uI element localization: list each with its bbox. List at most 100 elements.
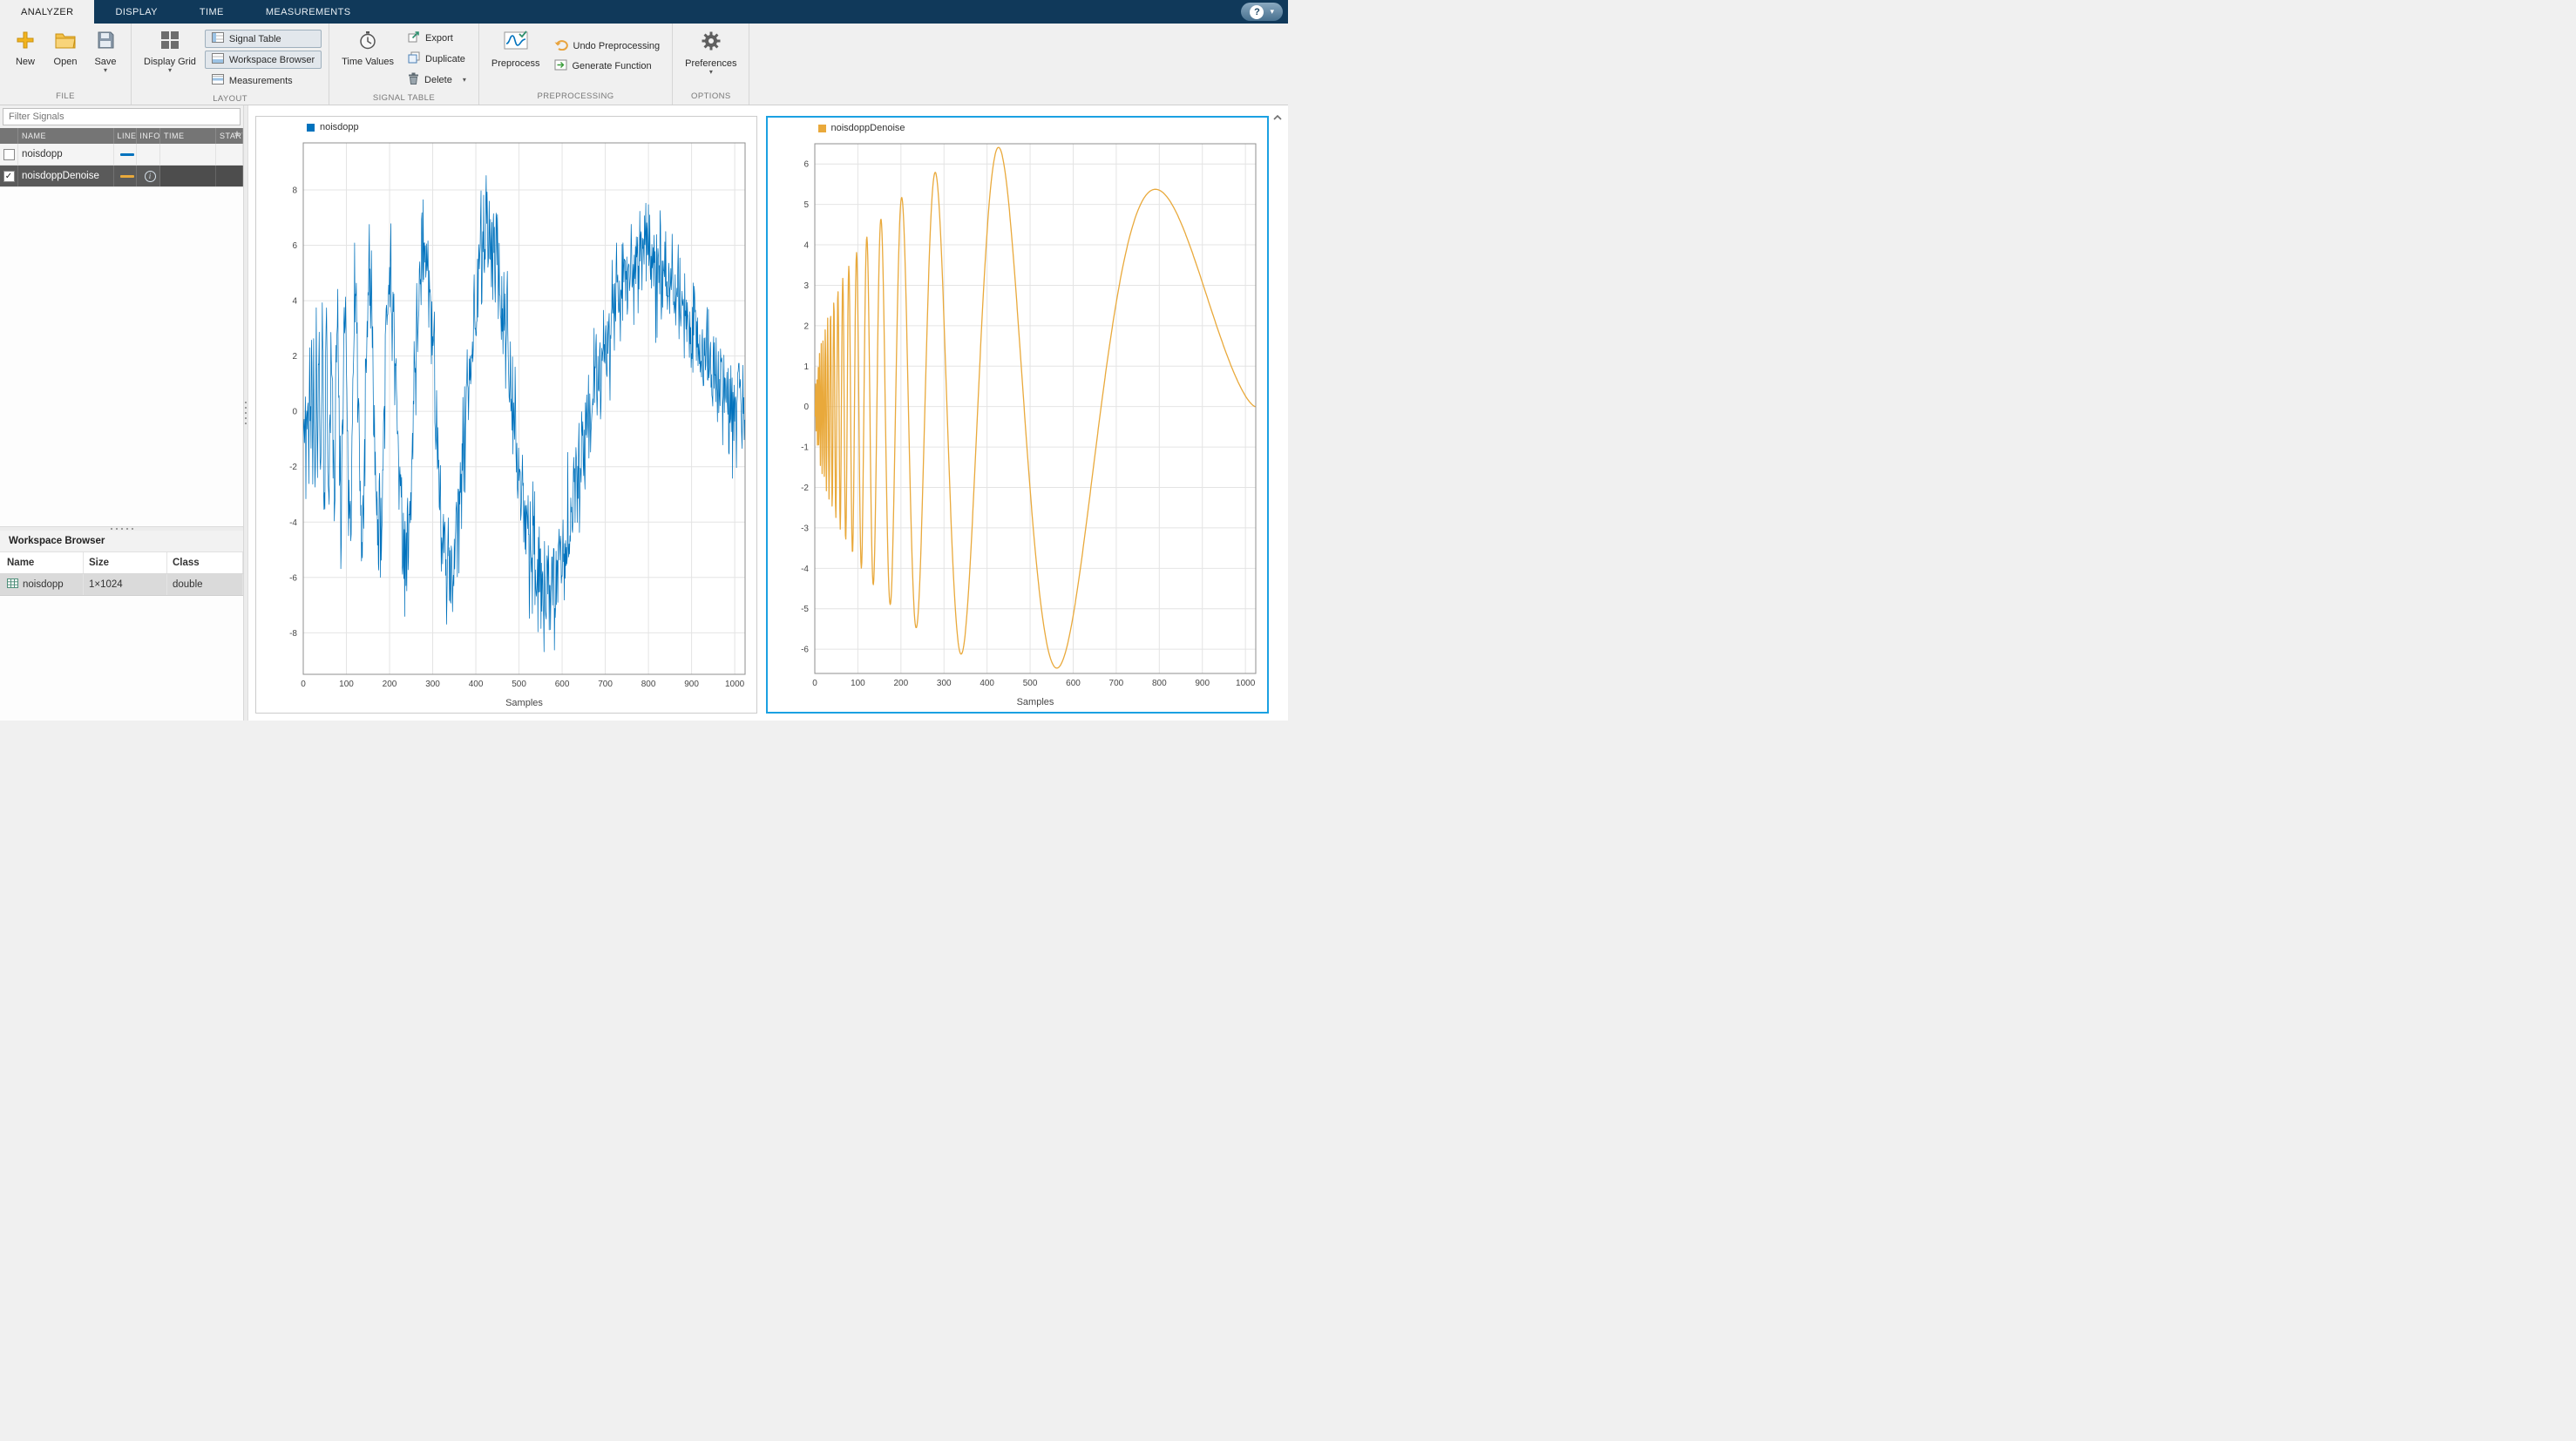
- workspace-browser-toggle[interactable]: Workspace Browser: [205, 51, 322, 69]
- signal-row-noisdoppdenoise[interactable]: ✓ noisdoppDenoise i: [0, 166, 243, 187]
- legend-swatch: [307, 124, 315, 132]
- tabbar-spacer: [372, 0, 1242, 24]
- workspace-row-noisdopp[interactable]: noisdopp 1×1024 double: [0, 574, 243, 596]
- duplicate-icon: [408, 51, 420, 66]
- collapse-ribbon-icon[interactable]: [1271, 111, 1285, 123]
- export-icon: [408, 30, 420, 45]
- line-style-swatch[interactable]: [120, 175, 134, 178]
- header-line[interactable]: LINE: [114, 128, 137, 144]
- plot-panel-noisdopp[interactable]: 01002003004005006007008009001000-8-6-4-2…: [255, 116, 757, 714]
- y-tick-label: -5: [801, 605, 809, 614]
- chart-canvas[interactable]: 01002003004005006007008009001000-8-6-4-2…: [256, 117, 756, 713]
- legend-label: noisdopp: [320, 122, 359, 132]
- generate-function-label: Generate Function: [573, 61, 652, 71]
- caret-down-icon: ▾: [168, 67, 172, 74]
- workspace-table-header: Name Size Class: [0, 552, 243, 574]
- x-tick-label: 0: [301, 680, 306, 689]
- floppy-icon: [97, 30, 115, 54]
- tab-analyzer[interactable]: ANALYZER: [0, 0, 94, 24]
- measurements-icon: [212, 74, 224, 87]
- y-tick-label: -4: [289, 518, 297, 528]
- section-label-options: OPTIONS: [673, 91, 749, 105]
- duplicate-label: Duplicate: [425, 54, 465, 64]
- workspace-browser-panel: Workspace Browser Name Size Class noisdo…: [0, 531, 243, 720]
- header-time[interactable]: TIME: [160, 128, 216, 144]
- display-grid-icon: [160, 30, 180, 54]
- y-tick-label: 0: [803, 403, 809, 412]
- caret-down-icon: ▾: [1270, 7, 1274, 17]
- signal-visible-checkbox[interactable]: [3, 149, 15, 160]
- plot-panel-noisdoppdenoise[interactable]: 01002003004005006007008009001000-6-5-4-3…: [766, 116, 1270, 714]
- series-line-noisdopp[interactable]: [303, 176, 745, 653]
- preprocess-label: Preprocess: [491, 58, 540, 69]
- x-tick-label: 600: [1066, 679, 1081, 688]
- x-tick-label: 500: [512, 680, 526, 689]
- x-axis-label: Samples: [1016, 697, 1054, 707]
- delete-label: Delete: [424, 75, 452, 85]
- legend[interactable]: noisdopp: [307, 122, 359, 132]
- measurements-toggle[interactable]: Measurements: [205, 71, 322, 90]
- x-tick-label: 300: [425, 680, 440, 689]
- x-tick-label: 800: [641, 680, 656, 689]
- workspace-header-size[interactable]: Size: [84, 552, 167, 573]
- chart-canvas[interactable]: 01002003004005006007008009001000-6-5-4-3…: [768, 118, 1267, 712]
- x-tick-label: 900: [1195, 679, 1210, 688]
- delete-button[interactable]: Delete ▾: [403, 71, 471, 89]
- workspace-var-size: 1×1024: [84, 574, 167, 595]
- time-values-button[interactable]: Time Values: [336, 27, 399, 69]
- signal-row-noisdopp[interactable]: noisdopp i: [0, 144, 243, 166]
- ribbon: New Open Save ▾ FILE: [0, 24, 1288, 105]
- y-tick-label: 2: [292, 352, 297, 362]
- y-tick-label: 2: [803, 321, 809, 331]
- x-tick-label: 800: [1151, 679, 1166, 688]
- line-style-swatch[interactable]: [120, 153, 134, 156]
- signal-table: NAME LINE INFO TIME START ★ noisdopp i ✓…: [0, 128, 243, 187]
- header-name[interactable]: NAME: [18, 128, 114, 144]
- section-label-file: FILE: [0, 91, 131, 105]
- open-label: Open: [54, 57, 78, 67]
- display-grid-button[interactable]: Display Grid ▾: [139, 27, 201, 76]
- filter-signals-input[interactable]: [3, 108, 241, 125]
- ribbon-tab-bar: ANALYZER DISPLAY TIME MEASUREMENTS ? ▾: [0, 0, 1288, 24]
- main-content: NAME LINE INFO TIME START ★ noisdopp i ✓…: [0, 105, 1288, 720]
- undo-preprocessing-button[interactable]: Undo Preprocessing: [549, 37, 666, 55]
- info-icon[interactable]: i: [145, 171, 156, 182]
- measurements-toggle-label: Measurements: [229, 76, 293, 86]
- workspace-header-name[interactable]: Name: [0, 552, 84, 573]
- signal-visible-checkbox[interactable]: ✓: [3, 171, 15, 182]
- help-button[interactable]: ? ▾: [1241, 3, 1283, 21]
- sidebar-empty-area: [0, 187, 243, 526]
- new-button[interactable]: New: [7, 27, 44, 69]
- open-button[interactable]: Open: [47, 27, 84, 69]
- x-axis-label: Samples: [505, 698, 543, 708]
- legend[interactable]: noisdoppDenoise: [818, 123, 905, 133]
- preprocess-button[interactable]: Preprocess: [486, 27, 546, 71]
- header-info[interactable]: INFO: [137, 128, 160, 144]
- export-button[interactable]: Export: [403, 29, 471, 47]
- x-tick-label: 700: [1108, 679, 1123, 688]
- signal-start-cell: [216, 166, 243, 186]
- y-tick-label: 4: [292, 297, 297, 307]
- workspace-header-class[interactable]: Class: [167, 552, 243, 573]
- x-tick-label: 300: [936, 679, 951, 688]
- tab-display[interactable]: DISPLAY: [94, 0, 178, 24]
- y-tick-label: -8: [289, 629, 297, 639]
- ribbon-section-preprocessing: Preprocess Undo Preprocessing Generate F…: [479, 24, 673, 105]
- save-button[interactable]: Save ▾: [87, 27, 124, 76]
- y-tick-label: -2: [801, 484, 809, 493]
- signal-time-cell: [160, 166, 216, 186]
- tab-measurements[interactable]: MEASUREMENTS: [245, 0, 372, 24]
- sidebar-panel: NAME LINE INFO TIME START ★ noisdopp i ✓…: [0, 105, 244, 720]
- preferences-button[interactable]: Preferences ▾: [680, 27, 742, 78]
- series-line-noisdoppDenoise[interactable]: [815, 147, 1256, 668]
- x-tick-label: 900: [684, 680, 699, 689]
- tab-time[interactable]: TIME: [179, 0, 245, 24]
- ribbon-section-file: New Open Save ▾ FILE: [0, 24, 132, 105]
- duplicate-button[interactable]: Duplicate: [403, 50, 471, 68]
- section-label-signal-table: SIGNAL TABLE: [329, 92, 478, 106]
- splitter-grip: [245, 402, 247, 424]
- folder-icon: [55, 30, 76, 54]
- favorites-icon[interactable]: ★: [234, 130, 241, 139]
- signal-table-toggle[interactable]: Signal Table: [205, 30, 322, 48]
- generate-function-button[interactable]: Generate Function: [549, 58, 666, 75]
